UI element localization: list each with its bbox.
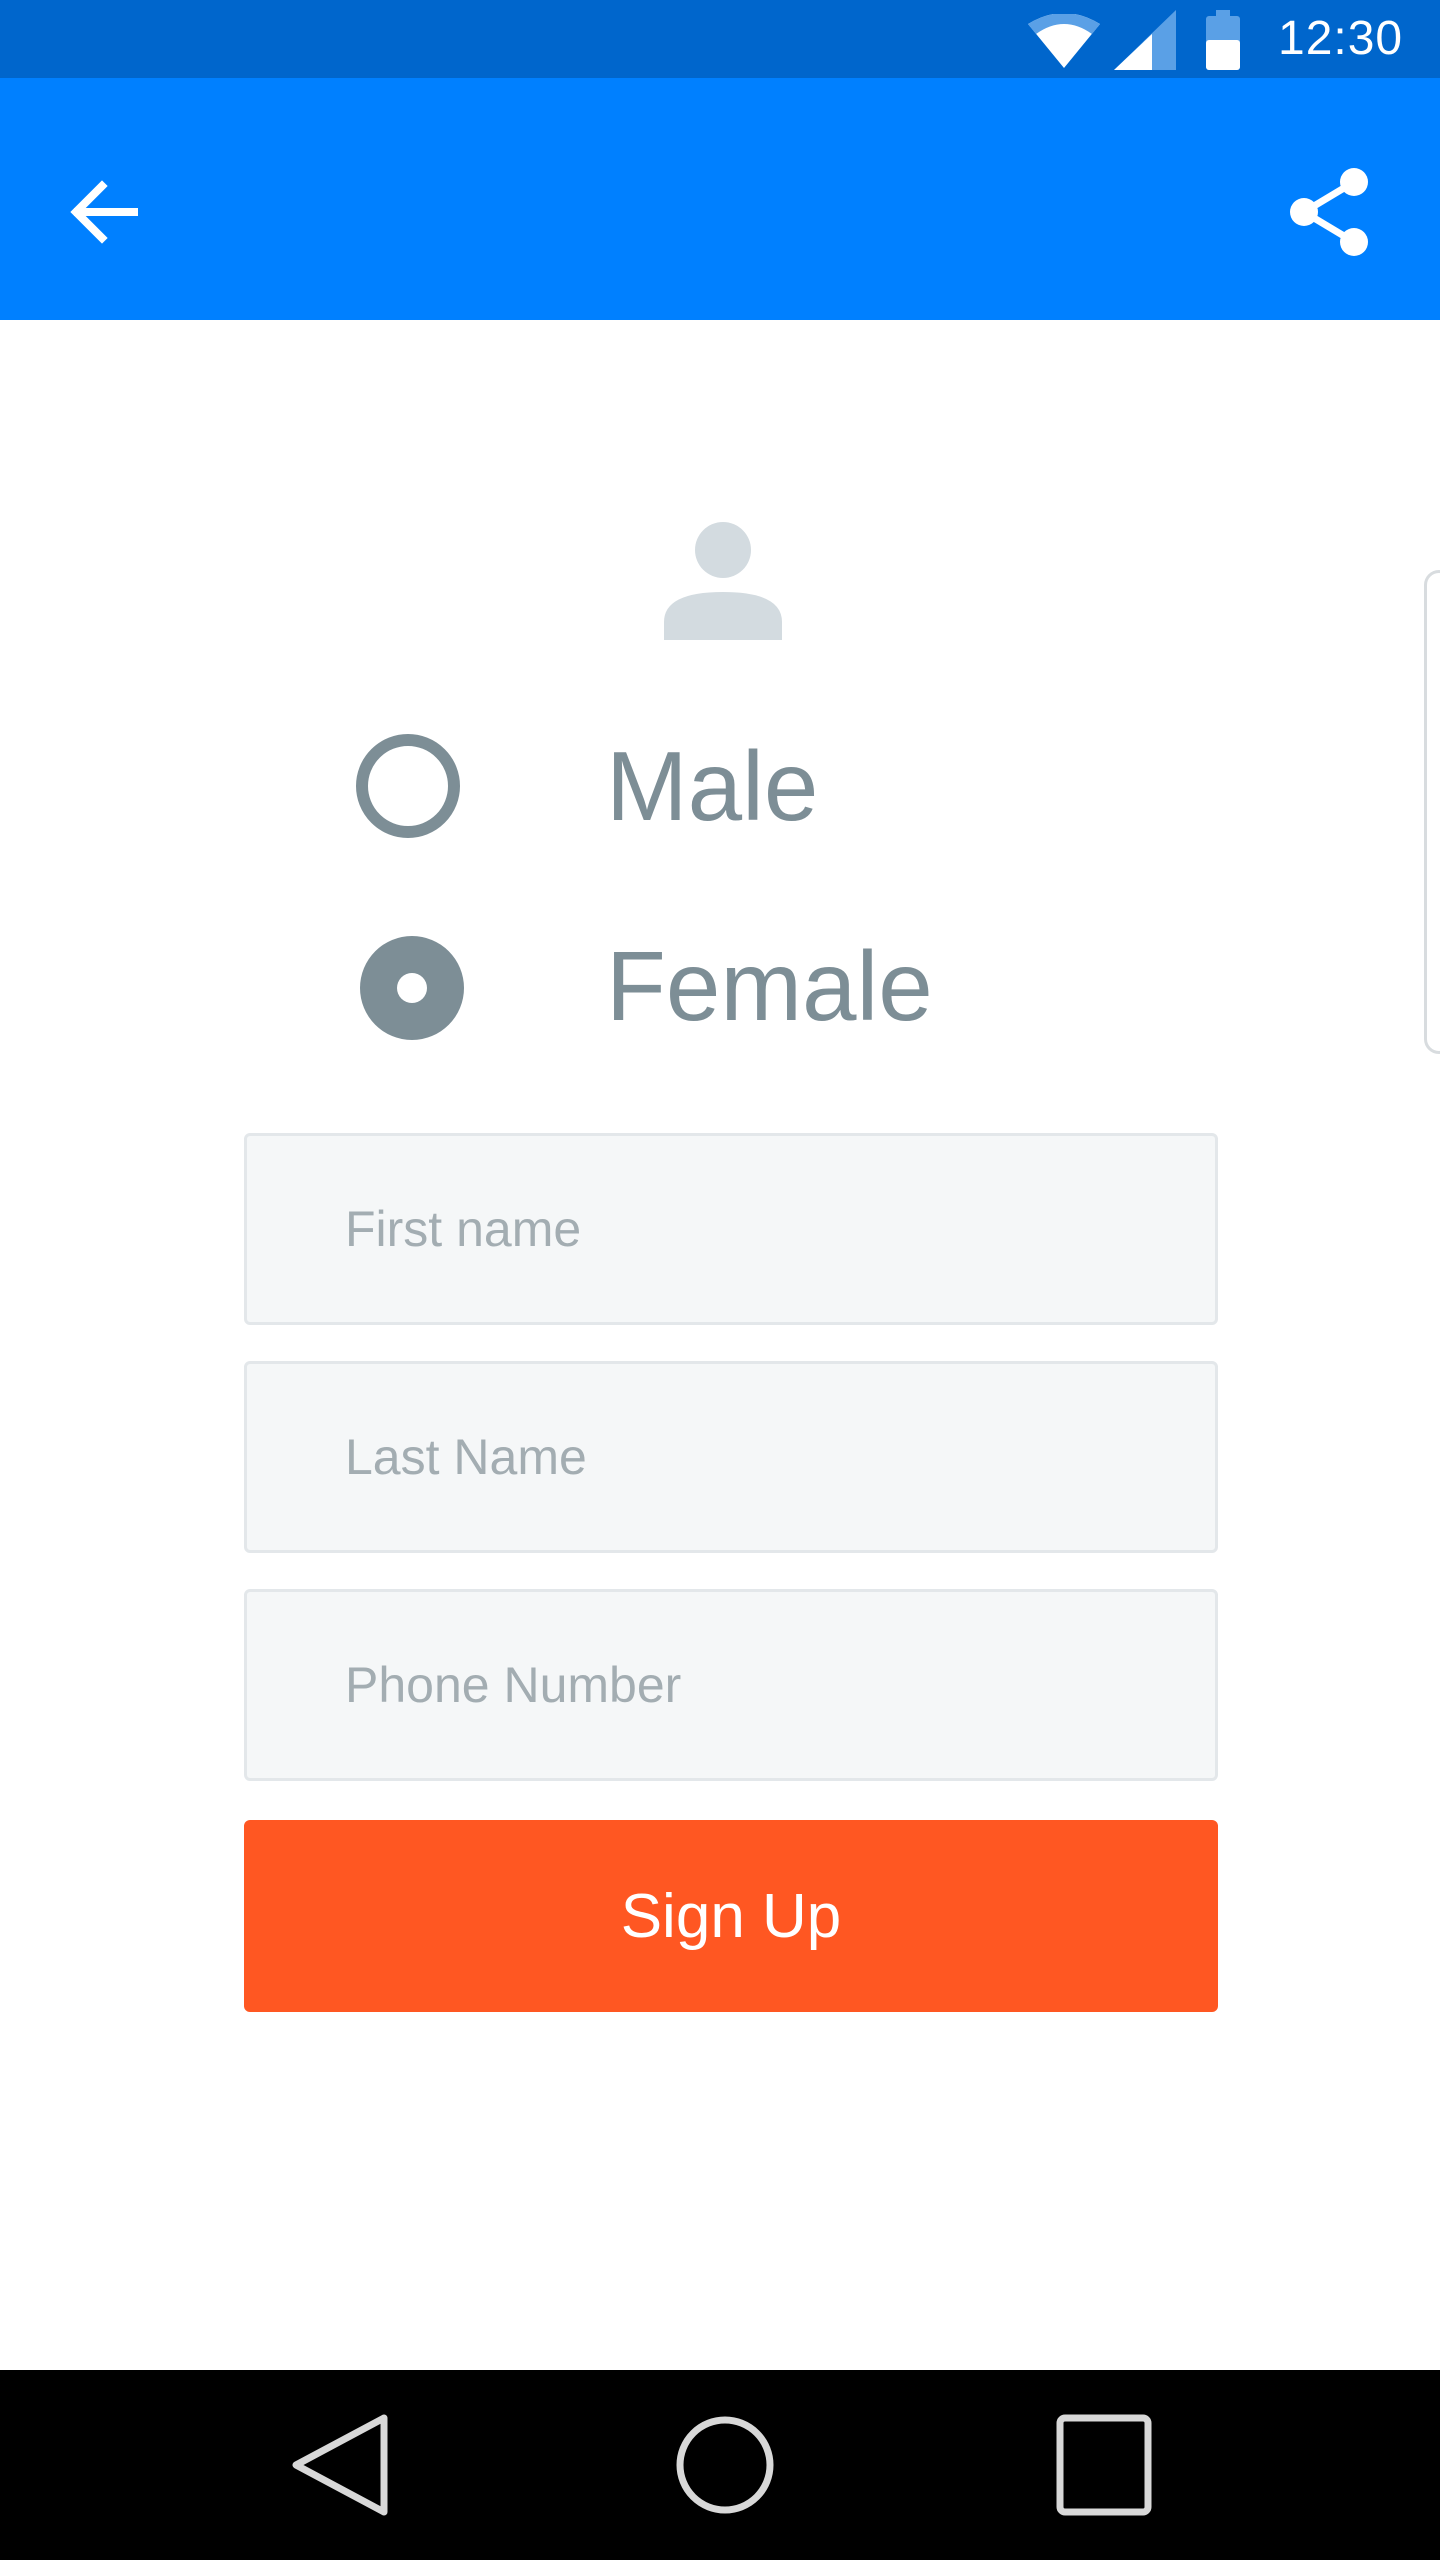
cell-signal-icon [1114,10,1176,70]
nav-recents-icon[interactable] [1054,2410,1154,2520]
radio-label-male: Male [606,731,819,841]
radio-dot [397,973,427,1003]
edge-drawer-handle[interactable] [1424,570,1440,1054]
first-name-input[interactable] [244,1133,1218,1325]
last-name-input[interactable] [244,1361,1218,1553]
share-icon[interactable] [1282,164,1378,260]
status-bar: 12:30 [0,0,1440,78]
status-time: 12:30 [1278,12,1404,65]
wifi-icon [1028,14,1100,68]
nav-bar [0,2370,1440,2560]
app-bar [0,78,1440,320]
nav-home-icon[interactable] [670,2410,780,2520]
person-icon [664,522,782,640]
radio-male-unselected[interactable] [356,734,460,838]
radio-female-selected[interactable] [360,936,464,1040]
phone-number-input[interactable] [244,1589,1218,1781]
radio-label-female: Female [606,931,933,1041]
battery-icon [1206,10,1240,70]
radio-option-female[interactable]: Female [350,916,1050,1056]
arrow-back-icon[interactable] [58,164,154,260]
nav-back-icon[interactable] [288,2410,390,2520]
sign-up-button[interactable]: Sign Up [244,1820,1218,2012]
radio-option-male[interactable]: Male [350,716,1050,856]
